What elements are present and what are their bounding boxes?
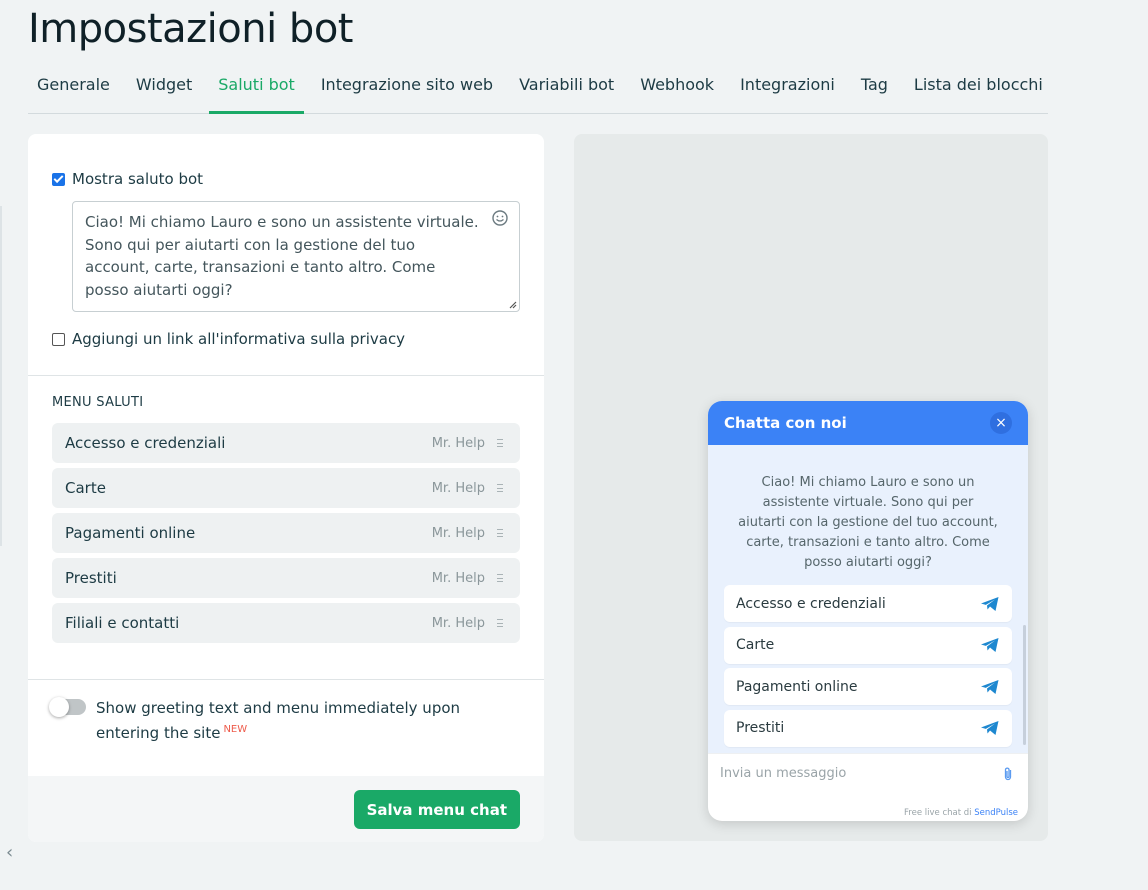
menu-item[interactable]: Carte Mr. Help bbox=[52, 468, 520, 508]
privacy-link-checkbox[interactable] bbox=[52, 332, 65, 346]
show-greeting-label: Mostra saluto bot bbox=[72, 170, 204, 188]
immediate-display-toggle-row: Show greeting text and menu immediately … bbox=[49, 697, 476, 744]
menu-item[interactable]: Prestiti Mr. Help bbox=[52, 558, 520, 598]
page-title: Impostazioni bot bbox=[28, 6, 353, 52]
tab-tag[interactable]: Tag bbox=[852, 60, 897, 113]
widget-title: Chatta con noi bbox=[724, 414, 847, 432]
tab-saluti-bot[interactable]: Saluti bot bbox=[209, 60, 304, 114]
widget-menu-button[interactable]: Pagamenti online bbox=[724, 668, 1012, 705]
widget-menu-button[interactable]: Prestiti bbox=[724, 709, 1012, 747]
menu-section-label: MENU SALUTI bbox=[52, 395, 144, 410]
tab-variabili-bot[interactable]: Variabili bot bbox=[510, 60, 623, 113]
immediate-display-text: Show greeting text and menu immediately … bbox=[96, 699, 461, 742]
chat-widget-preview: Chatta con noi × Ciao! Mi chiamo Lauro e… bbox=[708, 401, 1028, 821]
widget-footer: Free live chat di SendPulse bbox=[904, 808, 1018, 818]
menu-item-tag: Mr. Help bbox=[431, 435, 485, 451]
sidebar-edge bbox=[0, 206, 4, 546]
menu-item-tag: Mr. Help bbox=[431, 615, 485, 631]
tab-widget[interactable]: Widget bbox=[127, 60, 201, 113]
close-icon[interactable]: × bbox=[990, 412, 1012, 434]
menu-item[interactable]: Pagamenti online Mr. Help bbox=[52, 513, 520, 553]
sendpulse-link[interactable]: SendPulse bbox=[974, 808, 1018, 818]
menu-item-label: Carte bbox=[65, 479, 106, 497]
show-greeting-checkbox-row[interactable]: Mostra saluto bot bbox=[52, 170, 203, 188]
show-greeting-checkbox[interactable] bbox=[52, 172, 65, 186]
immediate-display-label: Show greeting text and menu immediately … bbox=[96, 697, 476, 744]
drag-handle-icon[interactable] bbox=[497, 439, 503, 447]
telegram-send-icon bbox=[981, 638, 999, 652]
menu-item-label: Accesso e credenziali bbox=[65, 434, 226, 452]
telegram-send-icon bbox=[981, 679, 999, 694]
widget-menu-button[interactable]: Carte bbox=[724, 626, 1012, 664]
immediate-display-toggle[interactable] bbox=[49, 697, 86, 717]
divider bbox=[28, 679, 544, 680]
drag-handle-icon[interactable] bbox=[497, 529, 503, 537]
widget-menu-button-label: Carte bbox=[736, 637, 775, 653]
widget-header: Chatta con noi × bbox=[708, 401, 1028, 445]
chevron-left-icon[interactable]: ‹ bbox=[6, 842, 13, 863]
menu-item-tag: Mr. Help bbox=[431, 480, 485, 496]
menu-item-label: Prestiti bbox=[65, 569, 117, 587]
menu-item-tag: Mr. Help bbox=[431, 525, 485, 541]
widget-menu-button-label: Pagamenti online bbox=[736, 678, 858, 695]
privacy-link-label: Aggiungi un link all'informativa sulla p… bbox=[72, 330, 406, 348]
widget-body: Ciao! Mi chiamo Lauro e sono un assisten… bbox=[708, 445, 1028, 753]
smiley-icon[interactable] bbox=[491, 209, 509, 227]
menu-item[interactable]: Accesso e credenziali Mr. Help bbox=[52, 423, 520, 463]
telegram-send-icon bbox=[981, 721, 999, 735]
tab-generale[interactable]: Generale bbox=[28, 60, 119, 113]
resize-handle-icon[interactable] bbox=[507, 299, 517, 309]
telegram-send-icon bbox=[981, 596, 999, 611]
menu-item-tag: Mr. Help bbox=[431, 570, 485, 586]
drag-handle-icon[interactable] bbox=[497, 619, 503, 627]
widget-menu-button-label: Accesso e credenziali bbox=[736, 595, 886, 612]
widget-menu-button-label: Prestiti bbox=[736, 720, 785, 736]
drag-handle-icon[interactable] bbox=[497, 574, 503, 582]
tab-integrazioni[interactable]: Integrazioni bbox=[731, 60, 844, 113]
card-footer: Salva menu chat bbox=[28, 776, 544, 842]
privacy-link-checkbox-row[interactable]: Aggiungi un link all'informativa sulla p… bbox=[52, 330, 405, 348]
widget-scrollbar[interactable] bbox=[1023, 625, 1026, 745]
menu-item[interactable]: Filiali e contatti Mr. Help bbox=[52, 603, 520, 643]
new-badge: NEW bbox=[223, 724, 248, 735]
tab-integrazione-sito-web[interactable]: Integrazione sito web bbox=[312, 60, 502, 113]
settings-tabs: Generale Widget Saluti bot Integrazione … bbox=[28, 60, 1048, 114]
widget-message-input[interactable] bbox=[720, 766, 1002, 781]
greeting-text: Ciao! Mi chiamo Lauro e sono un assisten… bbox=[85, 213, 479, 299]
greeting-menu-list: Accesso e credenziali Mr. Help Carte Mr.… bbox=[52, 423, 520, 648]
menu-item-label: Filiali e contatti bbox=[65, 614, 180, 632]
menu-item-label: Pagamenti online bbox=[65, 524, 196, 542]
widget-input-row bbox=[708, 753, 1028, 793]
greeting-settings-card: Mostra saluto bot Ciao! Mi chiamo Lauro … bbox=[28, 134, 544, 842]
drag-handle-icon[interactable] bbox=[497, 484, 503, 492]
save-chat-menu-button[interactable]: Salva menu chat bbox=[353, 790, 520, 829]
divider bbox=[28, 375, 544, 376]
widget-menu-button[interactable]: Accesso e credenziali bbox=[724, 585, 1012, 622]
tab-lista-blocchi[interactable]: Lista dei blocchi bbox=[905, 60, 1052, 113]
greeting-textarea[interactable]: Ciao! Mi chiamo Lauro e sono un assisten… bbox=[72, 201, 520, 312]
widget-greeting: Ciao! Mi chiamo Lauro e sono un assisten… bbox=[738, 475, 998, 570]
widget-footer-prefix: Free live chat di bbox=[904, 808, 975, 818]
tab-webhook[interactable]: Webhook bbox=[631, 60, 723, 113]
paperclip-icon[interactable] bbox=[1002, 766, 1014, 782]
